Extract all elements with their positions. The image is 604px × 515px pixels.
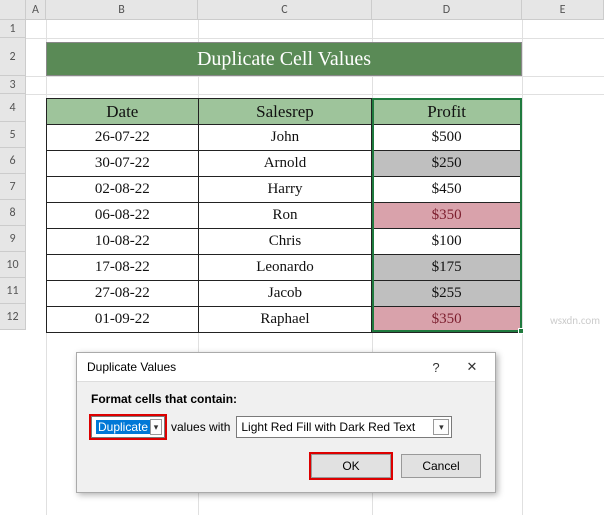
cell-profit[interactable]: $255 bbox=[372, 281, 522, 307]
cell-profit[interactable]: $250 bbox=[372, 151, 522, 177]
dialog-titlebar[interactable]: Duplicate Values ? ✕ bbox=[77, 353, 495, 381]
cancel-button[interactable]: Cancel bbox=[401, 454, 481, 478]
dialog-body-label: Format cells that contain: bbox=[91, 392, 481, 406]
table-row: 02-08-22Harry$450 bbox=[47, 177, 522, 203]
header-profit[interactable]: Profit bbox=[372, 99, 522, 125]
row-header-1[interactable]: 1 bbox=[0, 20, 26, 38]
table-header-row: Date Salesrep Profit bbox=[47, 99, 522, 125]
duplicate-mode-select[interactable]: Duplicate ▾ bbox=[91, 416, 165, 438]
dialog-button-row: OK Cancel bbox=[91, 454, 481, 478]
table-row: 30-07-22Arnold$250 bbox=[47, 151, 522, 177]
column-headers: A B C D E bbox=[0, 0, 604, 20]
row-header-6[interactable]: 6 bbox=[0, 148, 26, 174]
table-row: 27-08-22Jacob$255 bbox=[47, 281, 522, 307]
cell-date[interactable]: 26-07-22 bbox=[47, 125, 199, 151]
duplicate-values-dialog: Duplicate Values ? ✕ Format cells that c… bbox=[76, 352, 496, 493]
col-header-b[interactable]: B bbox=[46, 0, 198, 19]
cell-date[interactable]: 17-08-22 bbox=[47, 255, 199, 281]
cell-salesrep[interactable]: Chris bbox=[198, 229, 372, 255]
dialog-body: Format cells that contain: Duplicate ▾ v… bbox=[77, 381, 495, 492]
row-header-2[interactable]: 2 bbox=[0, 38, 26, 76]
cell-date[interactable]: 02-08-22 bbox=[47, 177, 199, 203]
cell-salesrep[interactable]: Leonardo bbox=[198, 255, 372, 281]
cell-profit[interactable]: $500 bbox=[372, 125, 522, 151]
table-row: 17-08-22Leonardo$175 bbox=[47, 255, 522, 281]
data-table: Date Salesrep Profit 26-07-22John$50030-… bbox=[46, 98, 522, 333]
duplicate-mode-value: Duplicate bbox=[96, 420, 150, 434]
table-row: 06-08-22Ron$350 bbox=[47, 203, 522, 229]
cell-date[interactable]: 27-08-22 bbox=[47, 281, 199, 307]
table-row: 01-09-22Raphael$350 bbox=[47, 307, 522, 333]
help-button[interactable]: ? bbox=[419, 356, 453, 378]
row-header-7[interactable]: 7 bbox=[0, 174, 26, 200]
cell-profit[interactable]: $175 bbox=[372, 255, 522, 281]
cell-profit[interactable]: $350 bbox=[372, 203, 522, 229]
watermark-text: wsxdn.com bbox=[550, 314, 600, 327]
row-header-12[interactable]: 12 bbox=[0, 304, 26, 330]
cell-profit[interactable]: $100 bbox=[372, 229, 522, 255]
chevron-down-icon: ▾ bbox=[150, 419, 162, 435]
header-date[interactable]: Date bbox=[47, 99, 199, 125]
cell-date[interactable]: 01-09-22 bbox=[47, 307, 199, 333]
values-with-label: values with bbox=[171, 420, 230, 434]
format-style-value: Light Red Fill with Dark Red Text bbox=[241, 420, 415, 434]
cell-salesrep[interactable]: Ron bbox=[198, 203, 372, 229]
cell-salesrep[interactable]: Jacob bbox=[198, 281, 372, 307]
row-header-10[interactable]: 10 bbox=[0, 252, 26, 278]
cell-salesrep[interactable]: Arnold bbox=[198, 151, 372, 177]
dialog-title: Duplicate Values bbox=[87, 360, 176, 374]
dialog-controls-row: Duplicate ▾ values with Light Red Fill w… bbox=[91, 416, 481, 438]
row-header-4[interactable]: 4 bbox=[0, 94, 26, 122]
row-header-5[interactable]: 5 bbox=[0, 122, 26, 148]
col-header-c[interactable]: C bbox=[198, 0, 372, 19]
cell-profit[interactable]: $350 bbox=[372, 307, 522, 333]
col-header-a[interactable]: A bbox=[26, 0, 46, 19]
table-row: 26-07-22John$500 bbox=[47, 125, 522, 151]
chevron-down-icon: ▾ bbox=[433, 419, 449, 435]
cell-date[interactable]: 06-08-22 bbox=[47, 203, 199, 229]
row-header-8[interactable]: 8 bbox=[0, 200, 26, 226]
close-button[interactable]: ✕ bbox=[455, 356, 489, 378]
row-header-3[interactable]: 3 bbox=[0, 76, 26, 94]
cell-date[interactable]: 30-07-22 bbox=[47, 151, 199, 177]
select-all-corner[interactable] bbox=[0, 0, 26, 19]
header-salesrep[interactable]: Salesrep bbox=[198, 99, 372, 125]
col-header-e[interactable]: E bbox=[522, 0, 604, 19]
row-header-9[interactable]: 9 bbox=[0, 226, 26, 252]
table-row: 10-08-22Chris$100 bbox=[47, 229, 522, 255]
format-style-select[interactable]: Light Red Fill with Dark Red Text ▾ bbox=[236, 416, 452, 438]
title-cell[interactable]: Duplicate Cell Values bbox=[46, 42, 522, 76]
row-headers: 123456789101112 bbox=[0, 20, 26, 330]
cell-salesrep[interactable]: Raphael bbox=[198, 307, 372, 333]
row-header-11[interactable]: 11 bbox=[0, 278, 26, 304]
ok-button[interactable]: OK bbox=[311, 454, 391, 478]
cell-profit[interactable]: $450 bbox=[372, 177, 522, 203]
cell-date[interactable]: 10-08-22 bbox=[47, 229, 199, 255]
col-header-d[interactable]: D bbox=[372, 0, 522, 19]
cell-salesrep[interactable]: John bbox=[198, 125, 372, 151]
cell-salesrep[interactable]: Harry bbox=[198, 177, 372, 203]
